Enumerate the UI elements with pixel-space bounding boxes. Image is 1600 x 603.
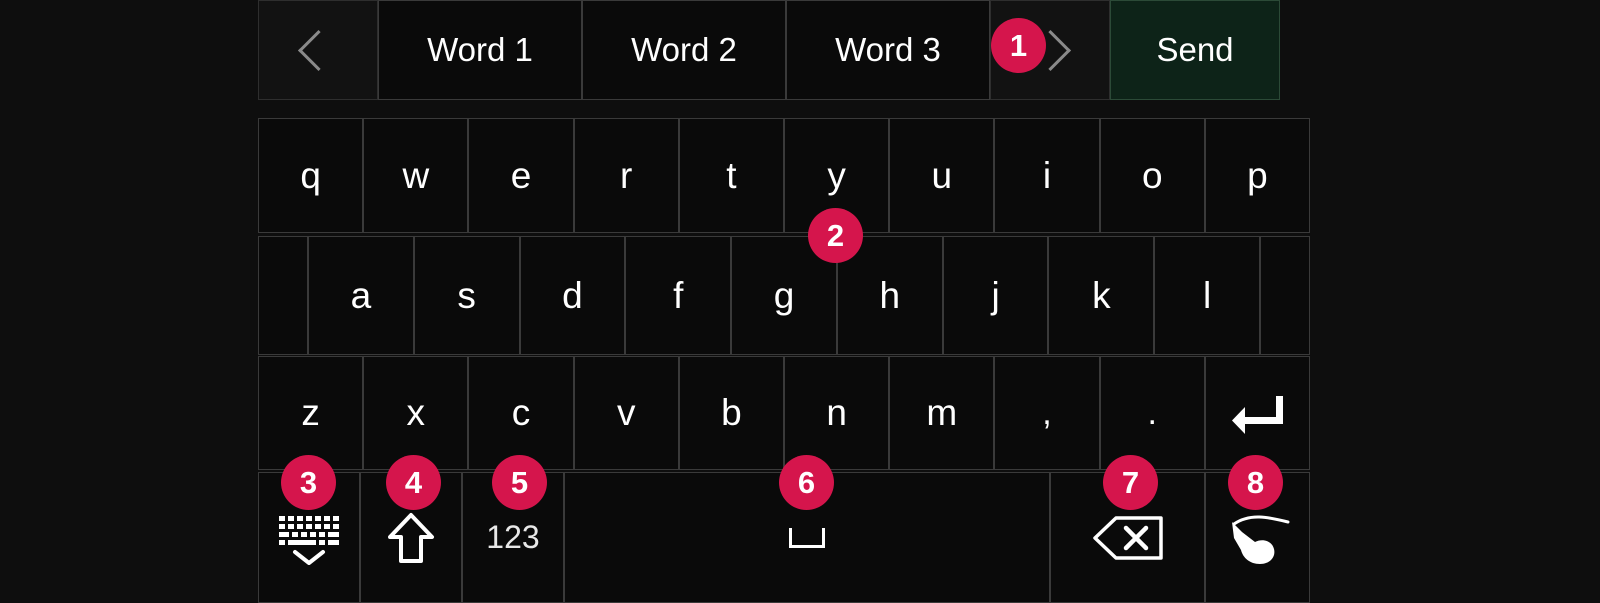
key-v-label: v [616,392,636,433]
key-r[interactable]: r [573,118,679,233]
key-l[interactable]: l [1154,236,1261,355]
key-j[interactable]: j [942,236,1049,355]
key-p-label: p [1247,154,1268,196]
suggestion-word-1[interactable]: Word 1 [378,0,582,100]
key-t[interactable]: t [678,118,785,233]
key-z[interactable]: z [258,356,364,470]
keyboard-row-3: z x c v b n m , . [258,356,1311,470]
key-u-label: u [931,154,953,196]
badge-5-label: 5 [510,465,529,500]
key-h-label: h [879,274,901,316]
key-c[interactable]: c [468,356,574,470]
key-w[interactable]: w [363,118,469,233]
key-r-label: r [620,154,633,196]
badge-6: 6 [779,455,834,510]
suggestion-word-3[interactable]: Word 3 [786,0,990,100]
chevron-left-icon [297,29,339,71]
key-x[interactable]: x [363,356,469,470]
key-z-label: z [301,392,320,433]
key-a-label: a [350,274,372,316]
enter-key[interactable] [1204,356,1311,470]
key-n-label: n [826,392,847,433]
key-u[interactable]: u [889,118,995,233]
shift-arrow-icon [387,511,435,565]
key-c-label: c [511,392,531,433]
enter-return-icon [1229,391,1285,435]
badge-3: 3 [281,455,336,510]
key-b-label: b [721,392,742,433]
badge-2: 2 [808,208,863,263]
key-k[interactable]: k [1048,236,1155,355]
badge-8-label: 8 [1246,465,1265,500]
suggestion-bar: Word 1 Word 2 Word 3 Send [258,0,1310,100]
key-n[interactable]: n [784,356,890,470]
handwriting-hand-icon [1222,508,1294,568]
key-m[interactable]: m [889,356,995,470]
key-s[interactable]: s [413,236,520,355]
key-l-label: l [1203,274,1212,316]
key-b[interactable]: b [678,356,785,470]
suggestion-word-2[interactable]: Word 2 [582,0,786,100]
key-a[interactable]: a [308,236,414,355]
key-period-label: . [1147,393,1157,432]
key-q[interactable]: q [258,118,364,233]
key-o-label: o [1141,154,1163,196]
keyboard-row-2: a s d f g h j k l [258,236,1311,355]
key-v[interactable]: v [573,356,679,470]
key-comma[interactable]: , [994,356,1100,470]
key-f-label: f [673,274,684,316]
key-t-label: t [726,154,737,196]
badge-5: 5 [492,455,547,510]
space-bar-icon [789,527,825,548]
key-g-label: g [773,274,795,316]
badge-6-label: 6 [797,465,816,500]
suggestion-word-2-label: Word 2 [631,31,737,68]
key-s-label: s [457,274,476,316]
suggestion-word-1-label: Word 1 [427,31,533,68]
key-m-label: m [926,392,958,433]
key-y-label: y [827,154,846,196]
virtual-keyboard: Word 1 Word 2 Word 3 Send q w e r t y u … [258,0,1311,603]
key-o[interactable]: o [1099,118,1205,233]
badge-3-label: 3 [299,465,318,500]
backspace-delete-icon [1092,514,1164,562]
key-f[interactable]: f [625,236,732,355]
send-button-label: Send [1156,31,1234,68]
key-d[interactable]: d [519,236,626,355]
badge-4-label: 4 [404,465,423,500]
suggestion-word-3-label: Word 3 [835,31,941,68]
key-comma-label: , [1042,393,1052,432]
key-w-label: w [402,154,430,196]
badge-7-label: 7 [1121,465,1140,500]
row2-right-spacer [1260,236,1311,355]
key-i[interactable]: i [994,118,1100,233]
badge-8: 8 [1228,455,1283,510]
badge-2-label: 2 [826,218,845,253]
badge-4: 4 [386,455,441,510]
key-q-label: q [300,154,321,196]
key-e[interactable]: e [468,118,574,233]
badge-7: 7 [1103,455,1158,510]
key-j-label: j [991,274,1000,316]
row2-left-spacer [258,236,308,355]
hide-keyboard-icon [277,510,341,566]
key-i-label: i [1042,154,1052,196]
key-x-label: x [406,392,426,433]
key-p[interactable]: p [1204,118,1311,233]
key-period[interactable]: . [1099,356,1205,470]
keyboard-row-1: q w e r t y u i o p [258,118,1311,233]
send-button[interactable]: Send [1110,0,1280,100]
key-e-label: e [510,154,532,196]
key-d-label: d [562,274,583,316]
key-k-label: k [1092,274,1111,316]
suggestion-prev-button[interactable] [258,0,378,100]
badge-1: 1 [991,18,1046,73]
numbers-key-label: 123 [486,519,540,555]
badge-1-label: 1 [1009,28,1028,63]
